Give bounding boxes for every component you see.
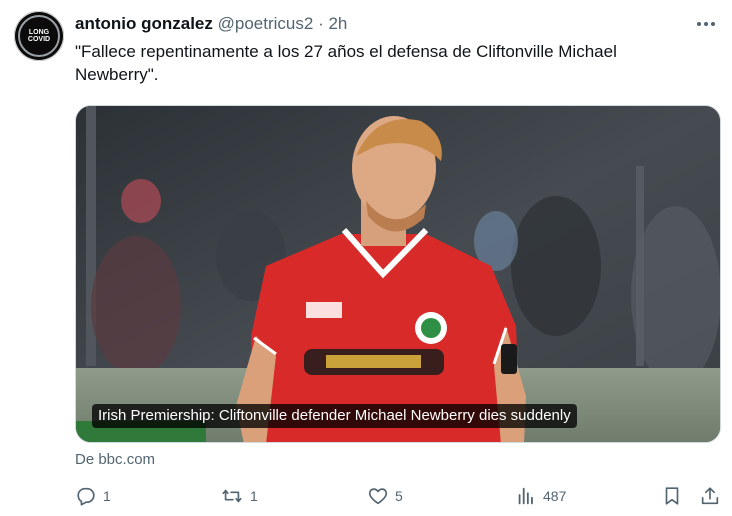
tweet-actions: 1 1 5 487 [75, 482, 725, 510]
tweet-timestamp[interactable]: 2h [328, 14, 347, 33]
author-name[interactable]: antonio gonzalez [75, 14, 213, 33]
reply-button[interactable]: 1 [75, 482, 111, 510]
card-caption: Irish Premiership: Cliftonville defender… [92, 404, 577, 428]
tweet-header: antonio gonzalez @poetricus2 · 2h [75, 13, 347, 35]
repost-button[interactable]: 1 [220, 482, 258, 510]
more-options-button[interactable] [692, 12, 720, 36]
player-photo [76, 106, 720, 442]
share-button[interactable] [699, 482, 721, 510]
avatar[interactable]: LONG COVID [14, 11, 64, 61]
avatar-text-line-2: COVID [27, 36, 51, 43]
bookmark-button[interactable] [661, 482, 683, 510]
author-handle[interactable]: @poetricus2 [218, 14, 314, 33]
reply-count: 1 [103, 488, 111, 504]
like-button[interactable]: 5 [367, 482, 403, 510]
views-chart-icon [518, 487, 533, 505]
views-count: 487 [543, 488, 567, 504]
card-source[interactable]: De bbc.com [75, 451, 155, 468]
bookmark-icon [665, 487, 679, 505]
avatar-text-line-1: LONG [28, 28, 50, 36]
avatar-badge: LONG COVID [18, 15, 60, 57]
link-card-image[interactable]: Irish Premiership: Cliftonville defender… [75, 105, 721, 443]
header-separator: · [318, 14, 324, 33]
heart-icon [368, 488, 388, 505]
repost-count: 1 [250, 488, 258, 504]
reply-icon [77, 487, 95, 506]
repost-icon [222, 489, 242, 503]
tweet-text: "Fallece repentinamente a los 27 años el… [75, 42, 617, 84]
like-count: 5 [395, 488, 403, 504]
share-icon [701, 487, 719, 505]
more-dots-icon [697, 22, 715, 26]
views-button[interactable]: 487 [515, 482, 566, 510]
